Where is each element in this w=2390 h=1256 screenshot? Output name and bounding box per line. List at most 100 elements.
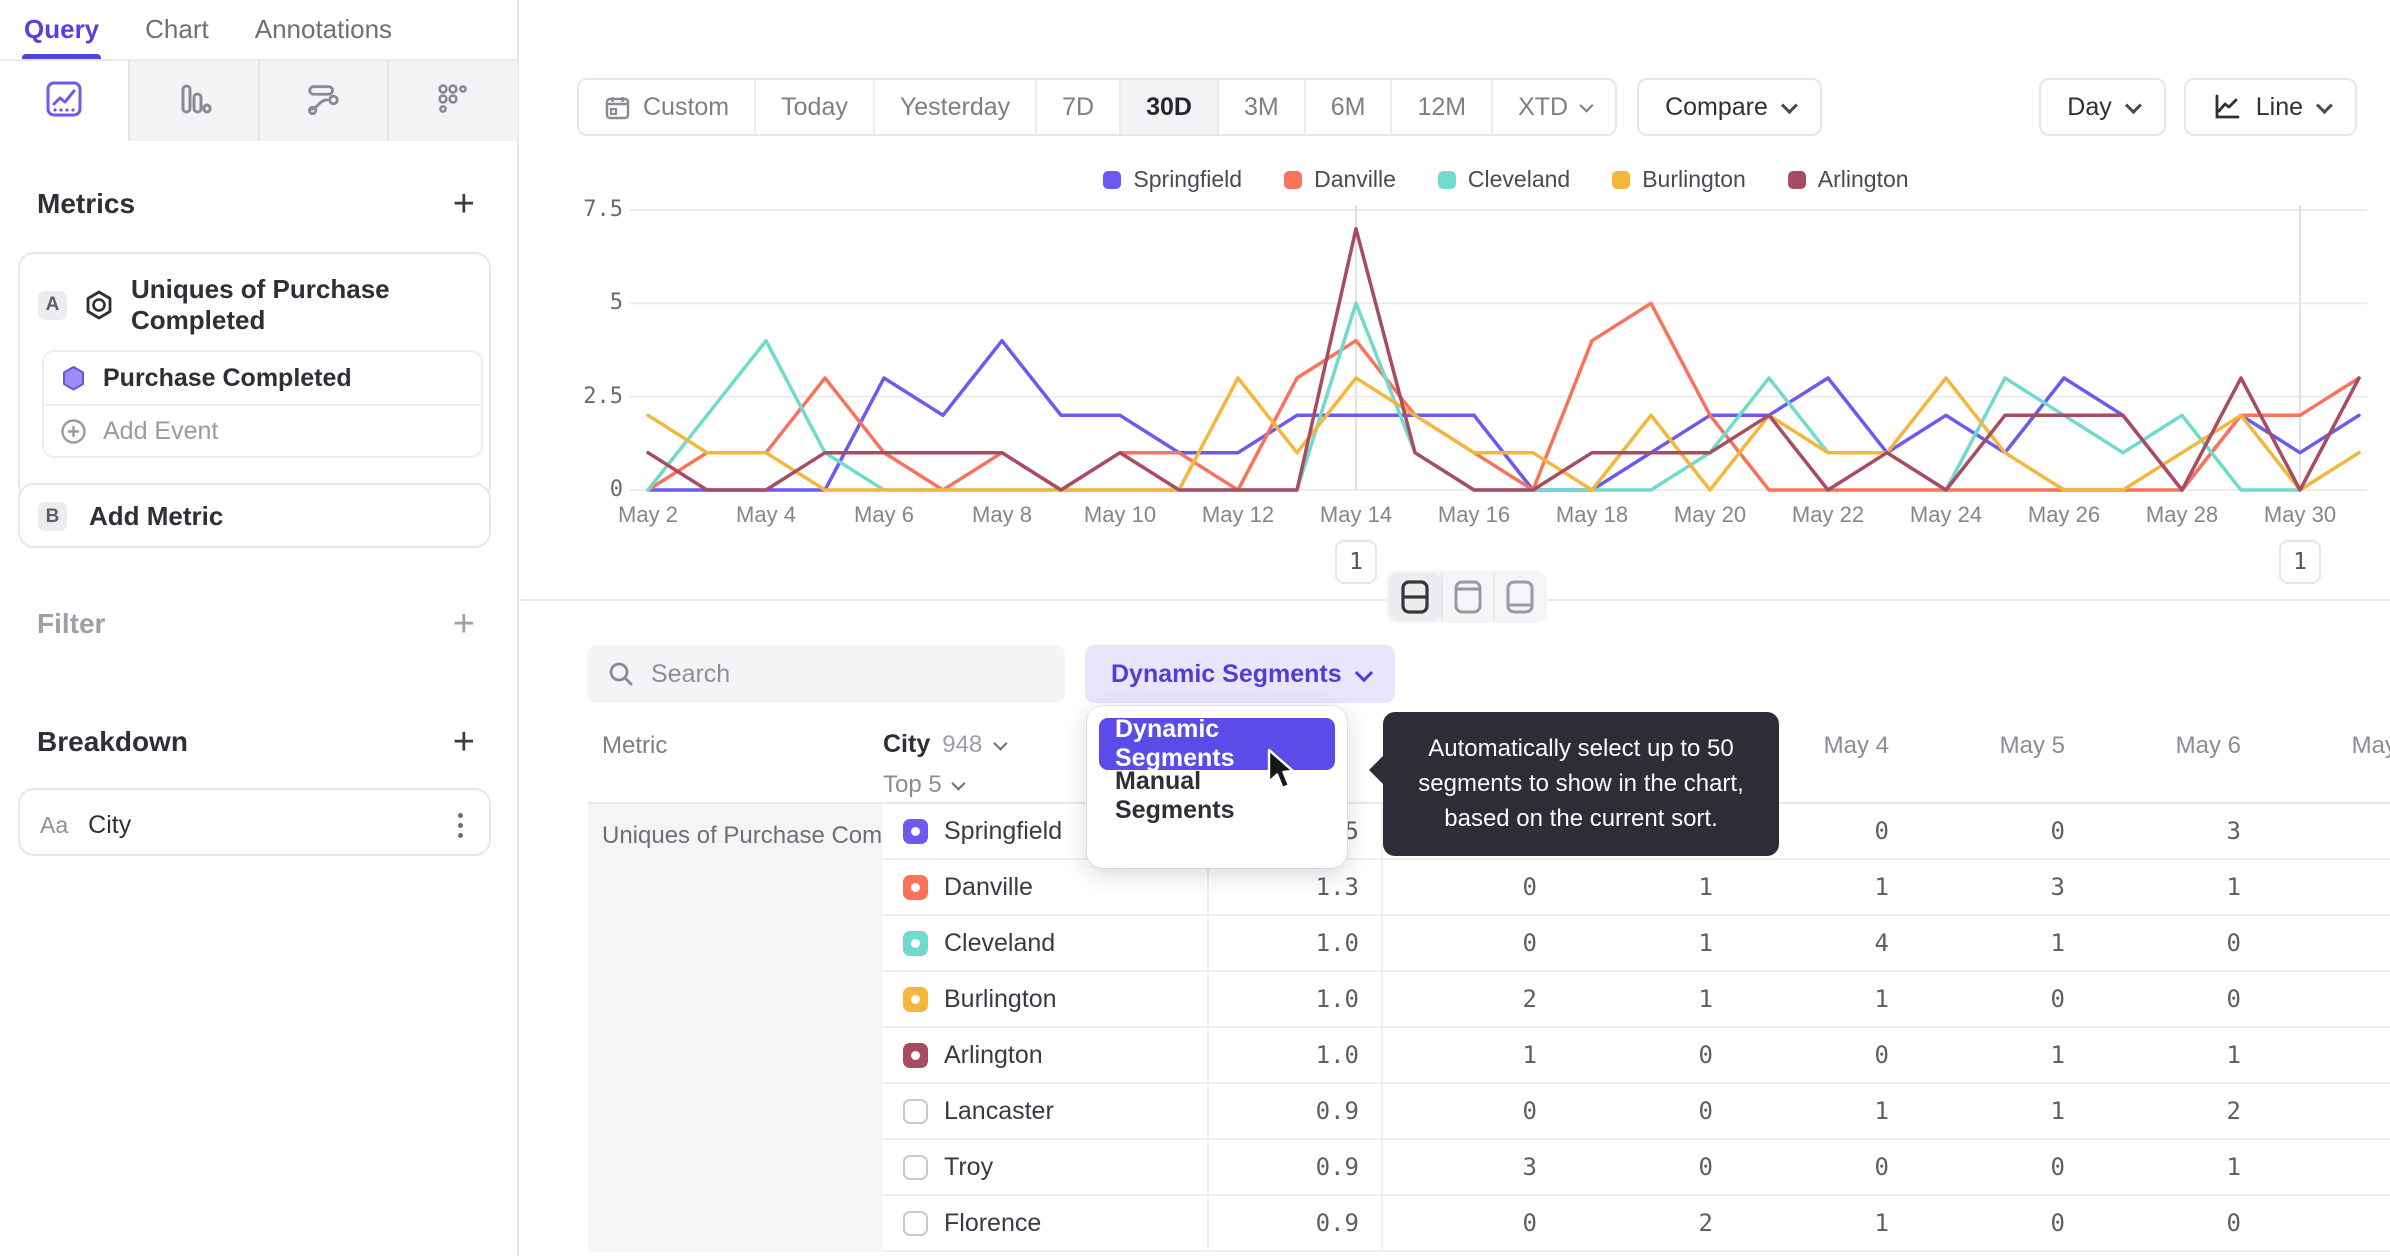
segment-checkbox[interactable] [903, 874, 928, 900]
chart-type-tabs [0, 61, 517, 141]
range-12m[interactable]: 12M [1390, 80, 1492, 134]
value-cell: 0 [1911, 804, 2087, 860]
metric-b-card[interactable]: B Add Metric [18, 483, 491, 548]
layout-table-only-button[interactable] [1493, 573, 1545, 621]
legend-color-chip [1787, 170, 1806, 189]
segment-row-lancaster[interactable]: Lancaster [883, 1084, 1209, 1140]
annotation-badge[interactable]: 1 [2279, 540, 2321, 584]
metric-hexagon-icon [83, 289, 115, 321]
segment-search[interactable] [587, 645, 1065, 703]
granularity-button[interactable]: Day [2039, 78, 2166, 136]
annotation-badge[interactable]: 1 [1335, 540, 1377, 584]
chart-type-line[interactable] [0, 61, 128, 141]
filter-section-header: Filter + [0, 605, 519, 643]
range-7d[interactable]: 7D [1035, 80, 1120, 134]
chart-legend: Springfield Danville Cleveland Burlington Ar… [648, 166, 2364, 193]
legend-item-arlington[interactable]: Arlington [1787, 166, 1909, 193]
main-panel: Custom Today Yesterday 7D 30D 3M 6M 12M XTD Comp… [521, 0, 2390, 1256]
range-custom[interactable]: Custom [579, 80, 755, 134]
value-cell: 1 [1911, 916, 2087, 972]
chart-type-matrix[interactable] [387, 61, 517, 141]
segment-row-florence[interactable]: Florence [883, 1196, 1209, 1252]
chart-style-label: Line [2255, 92, 2303, 121]
x-tick-label: May 6 [854, 502, 914, 527]
date-column-header[interactable]: May 7 [2263, 712, 2390, 802]
range-today[interactable]: Today [754, 80, 873, 134]
range-xtd[interactable]: XTD [1491, 80, 1616, 134]
breakdown-title: Breakdown [37, 726, 188, 757]
date-column-header[interactable]: May 5 [1911, 712, 2087, 802]
add-event-row[interactable]: Add Event [44, 404, 481, 456]
value-cell: 1 [1911, 1084, 2087, 1140]
legend-color-chip [1284, 170, 1303, 189]
value-cell: 1 [2087, 1028, 2263, 1084]
segment-checkbox[interactable] [903, 986, 928, 1012]
add-filter-plus-icon[interactable]: + [453, 605, 475, 643]
value-cell: 0 [1383, 860, 1559, 916]
app-window: Query Chart Annotations Metrics + A Uniq… [0, 0, 2390, 1256]
search-input[interactable] [651, 659, 1045, 689]
tab-query[interactable]: Query [21, 0, 102, 59]
chart-style-button[interactable]: Line [2183, 78, 2357, 136]
range-yesterday[interactable]: Yesterday [872, 80, 1036, 134]
y-tick-label: 2.5 [583, 383, 623, 409]
legend-color-chip [1612, 170, 1631, 189]
chevron-down-icon [1579, 98, 1594, 113]
value-cell: 1 [1559, 860, 1735, 916]
chart-type-flow[interactable] [257, 61, 388, 141]
menu-item-manual-segments[interactable]: Manual Segments [1099, 767, 1335, 824]
segment-row-danville[interactable]: Danville [883, 860, 1209, 916]
value-cell: 0 [1911, 1196, 2087, 1252]
segment-checkbox[interactable] [903, 930, 928, 956]
value-cell: 2 [1383, 972, 1559, 1028]
range-30d[interactable]: 30D [1119, 80, 1217, 134]
segment-name: Arlington [944, 1040, 1043, 1069]
add-metric-plus-icon[interactable]: + [453, 185, 475, 223]
avg-value-cell: 1.0 [1209, 916, 1383, 972]
segment-checkbox[interactable] [903, 1154, 928, 1180]
value-cell: 1 [1911, 1028, 2087, 1084]
breakdown-city-card[interactable]: Aa City [18, 788, 491, 856]
add-breakdown-plus-icon[interactable]: + [453, 723, 475, 761]
granularity-label: Day [2067, 92, 2112, 121]
legend-item-danville[interactable]: Danville [1284, 166, 1396, 193]
segment-checkbox[interactable] [903, 1042, 928, 1068]
bar-chart-icon [175, 80, 213, 123]
event-row[interactable]: Purchase Completed [44, 352, 481, 404]
x-tick-label: May 8 [972, 502, 1032, 527]
segment-row-cleveland[interactable]: Cleveland [883, 916, 1209, 972]
kebab-menu-icon[interactable] [452, 807, 469, 844]
segment-row-troy[interactable]: Troy [883, 1140, 1209, 1196]
x-tick-label: May 16 [1437, 502, 1511, 527]
date-column-header[interactable]: May 6 [2087, 712, 2263, 802]
segment-checkbox[interactable] [903, 1098, 928, 1124]
segment-row-burlington[interactable]: Burlington [883, 972, 1209, 1028]
layout-chart-only-button[interactable] [1441, 573, 1493, 621]
tab-annotations[interactable]: Annotations [255, 0, 392, 59]
event-block: Purchase Completed Add Event [42, 350, 483, 458]
menu-item-dynamic-segments[interactable]: Dynamic Segments [1099, 715, 1335, 772]
segment-checkbox[interactable] [903, 818, 928, 844]
value-cell: 0 [1383, 916, 1559, 972]
value-cell: 0 [2087, 916, 2263, 972]
value-cell: 1 [2087, 860, 2263, 916]
chart-type-bar[interactable] [127, 61, 258, 141]
layout-split-button[interactable] [1389, 573, 1441, 621]
segments-mode-button[interactable]: Dynamic Segments [1085, 645, 1395, 703]
segment-row-arlington[interactable]: Arlington [883, 1028, 1209, 1084]
range-3m[interactable]: 3M [1216, 80, 1304, 134]
avg-value-cell: 0.9 [1209, 1196, 1383, 1252]
compare-button[interactable]: Compare [1637, 78, 1822, 136]
legend-item-cleveland[interactable]: Cleveland [1437, 166, 1570, 193]
legend-item-springfield[interactable]: Springfield [1103, 166, 1242, 193]
legend-item-burlington[interactable]: Burlington [1612, 166, 1746, 193]
metric-a-card[interactable]: A Uniques of Purchase Completed Purchase… [18, 252, 491, 507]
x-tick-label: May 28 [2145, 502, 2219, 527]
metric-cell: Uniques of Purchase Com... [588, 804, 883, 1252]
x-tick-label: May 4 [736, 502, 796, 527]
range-6m[interactable]: 6M [1303, 80, 1391, 134]
segment-checkbox[interactable] [903, 1210, 928, 1236]
group-name: City [883, 730, 931, 758]
tab-chart[interactable]: Chart [145, 0, 209, 59]
query-sidebar: Query Chart Annotations Metrics + A Uniq… [0, 0, 519, 1256]
